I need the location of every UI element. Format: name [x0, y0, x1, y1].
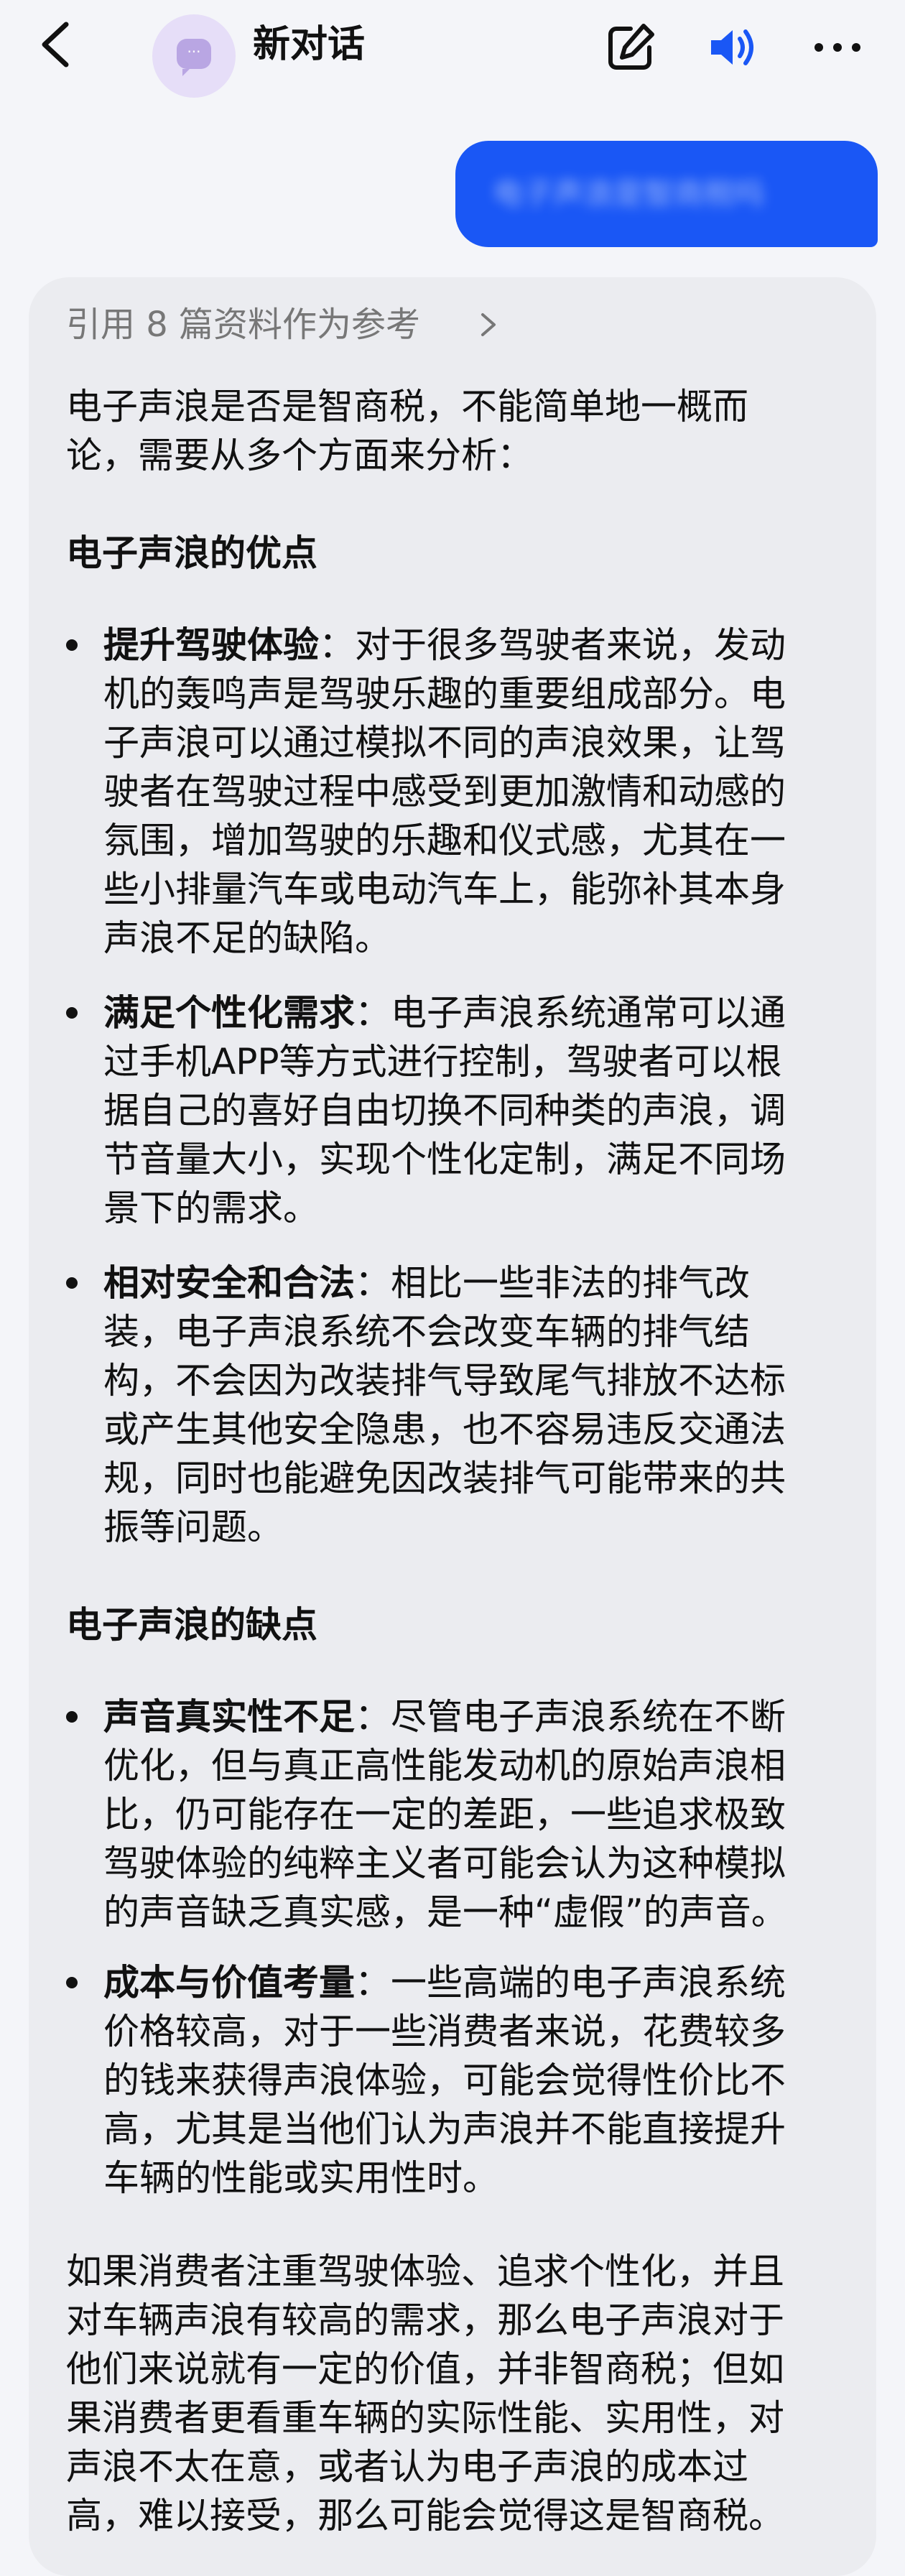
bullet [66, 1007, 78, 1019]
more-icon[interactable] [809, 19, 866, 76]
user-message-text: 电子声浪是智商税吗 [493, 176, 765, 211]
list-item-text: 相对安全和合法：相比一些非法的排气改 装，电子声浪系统不会改变车辆的排气结 构，… [103, 1262, 786, 1548]
top-bar: ··· 新对话 [0, 0, 905, 98]
page-title: 新对话 [253, 23, 366, 66]
bullet [66, 1977, 78, 1988]
bullet [66, 1711, 78, 1723]
references-link[interactable]: 引用 8 篇资料作为参考 [66, 302, 420, 348]
pros-heading: 电子声浪的优点 [66, 532, 317, 574]
chevron-right-icon[interactable] [474, 310, 503, 339]
intro-paragraph: 电子声浪是否是智商税，不能简单地一概而 论，需要从多个方面来分析： [66, 386, 748, 476]
list-item-text: 成本与价值考量：一些高端的电子声浪系统 价格较高，对于一些消费者来说，花费较多 … [103, 1962, 786, 2199]
bullet [66, 639, 78, 651]
user-message-bubble: 电子声浪是智商税吗 [455, 141, 878, 247]
chat-bubble-icon: ··· [152, 14, 236, 98]
edit-icon[interactable] [602, 19, 659, 76]
cons-heading: 电子声浪的缺点 [66, 1604, 317, 1646]
back-icon[interactable] [29, 16, 86, 73]
list-item-text: 提升驾驶体验：对于很多驾驶者来说，发动 机的轰鸣声是驾驶乐趣的重要组成部分。电 … [103, 624, 786, 959]
conclusion-paragraph: 如果消费者注重驾驶体验、追求个性化，并且 对车辆声浪有较高的需求，那么电子声浪对… [66, 2251, 784, 2536]
speaker-icon[interactable] [704, 19, 761, 76]
bullet [66, 1277, 78, 1289]
list-item-text: 声音真实性不足：尽管电子声浪系统在不断 优化，但与真正高性能发动机的原始声浪相 … [103, 1696, 787, 1933]
list-item-text: 满足个性化需求：电子声浪系统通常可以通 过手机APP等方式进行控制，驾驶者可以根… [103, 992, 786, 1229]
